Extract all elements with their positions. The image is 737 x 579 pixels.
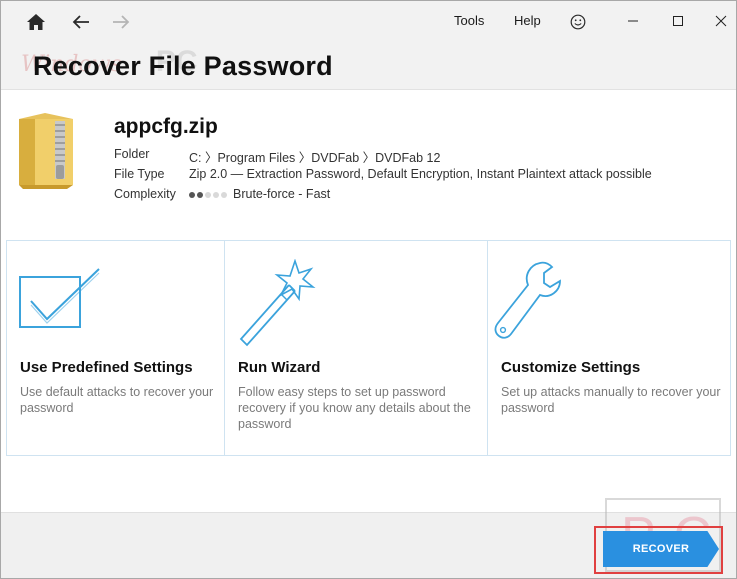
option-title: Customize Settings: [501, 359, 641, 376]
complexity-dot: [197, 191, 203, 198]
option-customize-settings[interactable]: Customize Settings Set up attacks manual…: [488, 241, 730, 455]
file-type-label: File Type: [114, 167, 165, 181]
option-title: Run Wizard: [238, 359, 321, 376]
maximize-icon: [673, 16, 683, 26]
complexity-dot: [213, 191, 219, 198]
recovery-options: Use Predefined Settings Use default atta…: [6, 240, 731, 456]
complexity-dot: [189, 191, 195, 198]
folder-path[interactable]: C: 〉Program Files 〉DVDFab 〉DVDFab 12: [189, 147, 440, 166]
zip-folder-icon: [19, 113, 73, 189]
option-title: Use Predefined Settings: [20, 359, 193, 376]
maximize-button[interactable]: [658, 7, 698, 35]
arrow-right-icon: [113, 15, 130, 29]
arrow-left-icon: [72, 15, 89, 29]
top-bar: Tools Help Windows PC Recover File Passw…: [1, 1, 736, 90]
close-button[interactable]: [701, 7, 737, 35]
complexity-value: Brute-force - Fast: [189, 187, 330, 201]
minimize-icon: [628, 20, 638, 22]
app-window: Tools Help Windows PC Recover File Passw…: [0, 0, 737, 579]
menu-help[interactable]: Help: [514, 13, 541, 28]
recover-button[interactable]: RECOVER: [603, 531, 719, 567]
wrench-icon: [494, 261, 561, 339]
complexity-meter: [189, 191, 227, 198]
page-title: Recover File Password: [33, 51, 333, 81]
forward-button[interactable]: [108, 9, 134, 35]
option-description: Use default attacks to recover your pass…: [20, 385, 214, 415]
minimize-button[interactable]: [613, 7, 653, 35]
file-name: appcfg.zip: [114, 115, 218, 138]
smiley-icon: [570, 14, 586, 30]
complexity-dot: [205, 191, 211, 198]
back-button[interactable]: [68, 9, 94, 35]
file-type-value: Zip 2.0 — Extraction Password, Default E…: [189, 167, 652, 181]
option-description: Follow easy steps to set up password rec…: [238, 385, 471, 431]
complexity-label: Complexity: [114, 187, 176, 201]
menu-tools[interactable]: Tools: [454, 13, 484, 28]
option-predefined-settings[interactable]: Use Predefined Settings Use default atta…: [7, 241, 225, 455]
magic-wand-icon: [239, 259, 316, 347]
option-description: Set up attacks manually to recover your …: [501, 385, 721, 415]
close-icon: [715, 15, 727, 27]
folder-label: Folder: [114, 147, 150, 161]
home-icon: [27, 14, 45, 30]
home-button[interactable]: [23, 9, 49, 35]
complexity-dot: [221, 191, 227, 198]
feedback-button[interactable]: [565, 9, 591, 35]
checkbox-icon: [19, 268, 100, 328]
option-run-wizard[interactable]: Run Wizard Follow easy steps to set up p…: [225, 241, 488, 455]
complexity-text: Brute-force - Fast: [233, 187, 331, 201]
